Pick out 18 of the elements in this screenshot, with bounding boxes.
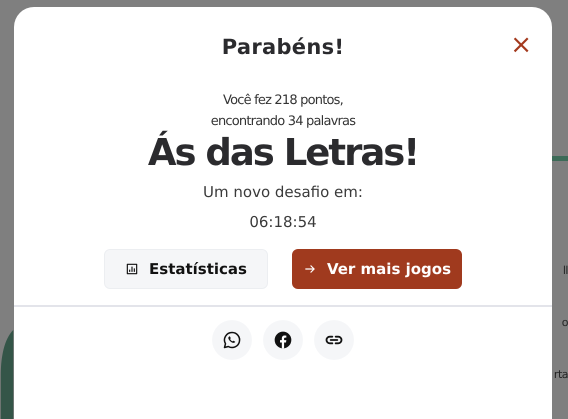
rank-title: Ás das Letras!: [148, 131, 418, 175]
facebook-icon: [273, 330, 293, 350]
chart-icon: [125, 262, 140, 276]
whatsapp-icon: [222, 330, 242, 350]
page-text: rta: [554, 367, 568, 383]
more-games-button[interactable]: Ver mais jogos: [292, 249, 462, 289]
page-text: o: [562, 315, 568, 331]
next-challenge-label: Um novo desafio em:: [203, 182, 363, 202]
dialog-title: Parabéns!: [222, 34, 344, 60]
background-bar: [552, 156, 568, 161]
close-button[interactable]: ×: [508, 33, 534, 57]
countdown-timer: 06:18:54: [249, 212, 317, 232]
page-text: ll: [562, 263, 568, 279]
whatsapp-share-button[interactable]: [212, 320, 252, 360]
copy-link-button[interactable]: [314, 320, 354, 360]
statistics-button[interactable]: Estatísticas: [104, 249, 268, 289]
score-summary: Você fez 218 pontos, encontrando 34 palavras: [210, 92, 356, 131]
facebook-share-button[interactable]: [263, 320, 303, 360]
